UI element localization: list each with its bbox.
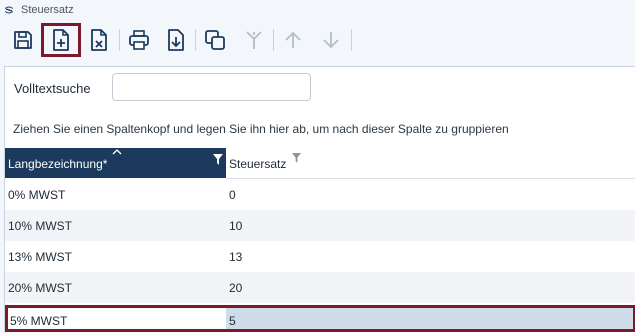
new-document-button[interactable] (41, 23, 81, 57)
cell-langbezeichnung: 5% MWST (10, 314, 68, 328)
arrow-down-icon (323, 32, 339, 49)
new-document-icon (53, 29, 69, 51)
app-logo-icon (5, 6, 13, 14)
column-header-label: Steuersatz (229, 157, 287, 171)
export-icon (168, 29, 184, 51)
move-down-button[interactable] (316, 25, 346, 55)
toolbar-separator (119, 29, 120, 51)
merge-button[interactable] (239, 25, 269, 55)
copy-icon (205, 30, 225, 50)
grid-header: Langbezeichnung* Steuersatz (5, 148, 635, 179)
filter-icon[interactable] (292, 153, 301, 163)
table-row-selected[interactable]: 5% MWST 5 (5, 305, 635, 332)
copy-button[interactable] (200, 25, 230, 55)
toolbar-separator (273, 29, 274, 51)
search-input[interactable] (112, 73, 311, 101)
search-label: Volltextsuche (14, 81, 91, 96)
table-row[interactable]: 13% MWST 13 (5, 241, 635, 272)
column-header-steuersatz[interactable]: Steuersatz (226, 148, 635, 179)
cell-steuersatz: 5 (229, 314, 236, 328)
toolbar-separator (195, 29, 196, 51)
cell-steuersatz: 10 (229, 219, 243, 233)
selected-cell-highlight (226, 308, 633, 329)
filter-icon[interactable] (213, 154, 223, 165)
toolbar-separator (351, 29, 352, 51)
column-header-label: Langbezeichnung* (8, 157, 108, 171)
save-button[interactable] (8, 25, 38, 55)
main-panel: Volltextsuche Ziehen Sie einen Spaltenko… (4, 66, 635, 333)
move-up-button[interactable] (278, 25, 308, 55)
table-row[interactable]: 20% MWST 20 (5, 272, 635, 303)
merge-icon (246, 31, 262, 49)
cell-steuersatz: 0 (229, 188, 236, 202)
export-button[interactable] (161, 25, 191, 55)
print-button[interactable] (124, 25, 154, 55)
cell-langbezeichnung: 13% MWST (8, 250, 73, 264)
group-by-drop-area[interactable]: Ziehen Sie einen Spaltenkopf und legen S… (13, 122, 509, 136)
delete-document-button[interactable] (84, 25, 114, 55)
title-bar: Steuersatz (0, 0, 635, 20)
table-row[interactable]: 0% MWST 0 (5, 179, 635, 210)
cell-langbezeichnung: 0% MWST (8, 188, 66, 202)
arrow-up-icon (285, 31, 301, 48)
sort-ascending-icon (112, 149, 122, 155)
delete-document-icon (91, 29, 107, 51)
table-row[interactable]: 10% MWST 10 (5, 210, 635, 241)
cell-langbezeichnung: 10% MWST (8, 219, 73, 233)
save-icon (14, 31, 32, 49)
column-header-langbezeichnung[interactable]: Langbezeichnung* (5, 148, 226, 178)
cell-steuersatz: 13 (229, 250, 243, 264)
window-title: Steuersatz (21, 4, 74, 16)
toolbar (0, 20, 635, 64)
cell-steuersatz: 20 (229, 281, 243, 295)
print-icon (129, 30, 149, 50)
cell-langbezeichnung: 20% MWST (8, 281, 73, 295)
